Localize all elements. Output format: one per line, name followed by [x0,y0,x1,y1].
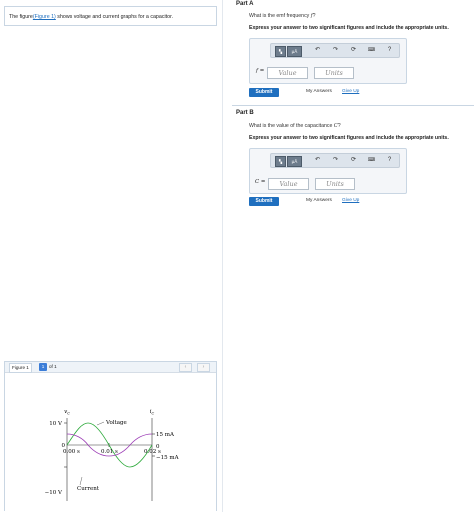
part-separator [232,105,474,106]
chevron-left-icon: ‹ [184,364,187,370]
keyboard-icon[interactable]: ⌨ [366,46,377,55]
units-icon[interactable]: μÅ [287,46,302,57]
figure-panel: Figure 1 1 of 1 ‹ › vC iC Voltage Curren… [4,361,217,511]
redo-icon[interactable]: ↷ [331,46,340,55]
redo-icon[interactable]: ↷ [331,156,340,165]
v-neg-label: −10 V [45,490,63,496]
chevron-right-icon: › [202,364,205,370]
t1-label: 0.01 s [101,449,118,455]
i-zero-label: 0 [156,444,160,450]
part-b-toolbar: ▚ μÅ ↶ ↷ ⟳ ⌨ ? [270,153,400,168]
undo-icon[interactable]: ↶ [313,156,322,165]
reset-icon[interactable]: ⟳ [349,46,358,55]
current-axis-label: iC [150,409,155,416]
i-pos-label: 15 mA [156,432,175,438]
part-a-units-input[interactable]: Units [314,67,354,79]
templates-icon[interactable]: ▚ [275,46,286,57]
part-a-instruction: Express your answer to two significant f… [249,25,449,31]
units-icon[interactable]: μÅ [287,156,302,167]
part-b-my-answers-link[interactable]: My Answers [306,198,332,203]
part-b-instruction: Express your answer to two significant f… [249,135,449,141]
figure-next-button[interactable]: › [197,363,210,372]
part-a-answer-label: f = [256,68,265,74]
part-b-value-input[interactable]: Value [268,178,309,190]
voltage-label: Voltage [105,420,127,426]
part-a-toolbar: ▚ μÅ ↶ ↷ ⟳ ⌨ ? [270,43,400,58]
part-b-title: Part B [236,110,254,116]
figure-header: Figure 1 1 of 1 ‹ › [5,362,216,373]
part-b-answer-box: ▚ μÅ ↶ ↷ ⟳ ⌨ ? C = Value Units [249,148,407,194]
part-b-answer-label: C = [255,179,266,185]
part-a-question: What is the emf frequency f? [249,13,316,19]
help-icon[interactable]: ? [385,46,394,55]
figure-link[interactable]: (Figure 1) [33,14,56,20]
help-icon[interactable]: ? [385,156,394,165]
part-a-answer-box: ▚ μÅ ↶ ↷ ⟳ ⌨ ? f = Value Units [249,38,407,84]
i-neg-label: −15 mA [156,455,180,461]
current-label: Current [77,486,100,492]
v-pos-label: 10 V [49,421,63,427]
left-column: The figure(Figure 1) shows voltage and c… [0,0,222,512]
part-b-units-input[interactable]: Units [315,178,355,190]
figure-page-count: of 1 [49,364,57,369]
part-a-give-up-link[interactable]: Give Up [342,89,359,94]
voltage-axis-label: vC [64,409,70,416]
part-a-my-answers-link[interactable]: My Answers [306,89,332,94]
keyboard-icon[interactable]: ⌨ [366,156,377,165]
figure-label: Figure 1 [9,363,32,373]
undo-icon[interactable]: ↶ [313,46,322,55]
part-a-submit-button[interactable]: Submit [249,88,279,97]
reset-icon[interactable]: ⟳ [349,156,358,165]
t0-label: 0.00 s [63,449,80,455]
problem-prefix: The figure [9,14,33,20]
problem-suffix: shows voltage and current graphs for a c… [55,14,174,20]
part-a-value-input[interactable]: Value [267,67,308,79]
part-a-title: Part A [236,1,254,7]
figure-prev-button[interactable]: ‹ [179,363,192,372]
part-b-question: What is the value of the capacitance C? [249,123,341,129]
capacitor-graph: vC iC Voltage Current 10 V 0 −10 V 0.00 … [45,409,180,501]
part-b-give-up-link[interactable]: Give Up [342,198,359,203]
figure-page-selector[interactable]: 1 [39,363,47,371]
part-b-submit-button[interactable]: Submit [249,197,279,206]
templates-icon[interactable]: ▚ [275,156,286,167]
problem-statement: The figure(Figure 1) shows voltage and c… [4,6,217,26]
